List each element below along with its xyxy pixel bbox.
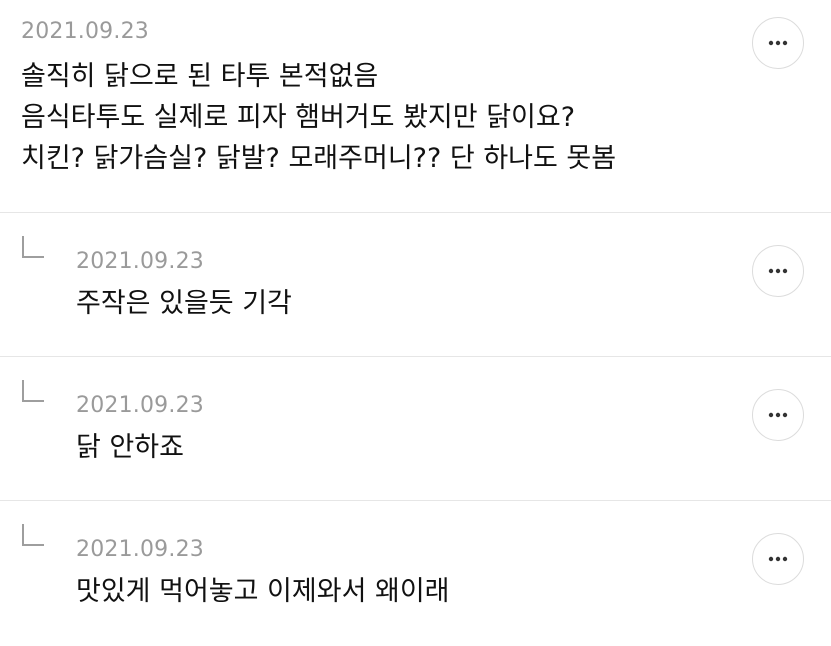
more-horizontal-icon	[768, 268, 788, 274]
reply-arrow-icon	[22, 380, 44, 402]
reply-date: 2021.09.23	[76, 537, 204, 562]
comment-item: 2021.09.23 솔직히 닭으로 된 타투 본적없음 음식타투도 실제로 피…	[0, 0, 831, 212]
more-horizontal-icon	[768, 412, 788, 418]
reply-date: 2021.09.23	[76, 249, 204, 274]
reply-text: 닭 안하죠	[76, 432, 184, 463]
more-options-button[interactable]	[752, 17, 804, 69]
comment-text-line: 솔직히 닭으로 된 타투 본적없음	[21, 61, 379, 92]
more-options-button[interactable]	[752, 533, 804, 585]
reply-item: 2021.09.23 맛있게 먹어놓고 이제와서 왜이래	[0, 501, 831, 646]
reply-item: 2021.09.23 주작은 있을듯 기각	[0, 213, 831, 356]
more-horizontal-icon	[768, 556, 788, 562]
reply-text: 주작은 있을듯 기각	[76, 288, 292, 319]
comment-text: 솔직히 닭으로 된 타투 본적없음 음식타투도 실제로 피자 햄버거도 봤지만 …	[21, 56, 616, 179]
reply-arrow-icon	[22, 236, 44, 258]
reply-text: 맛있게 먹어놓고 이제와서 왜이래	[76, 576, 450, 607]
comment-text-line: 치킨? 닭가슴실? 닭발? 모래주머니?? 단 하나도 못봄	[21, 143, 617, 174]
more-horizontal-icon	[768, 40, 788, 46]
reply-arrow-icon	[22, 524, 44, 546]
comment-text-line: 음식타투도 실제로 피자 햄버거도 봤지만 닭이요?	[21, 102, 576, 133]
comment-date: 2021.09.23	[21, 19, 149, 44]
more-options-button[interactable]	[752, 245, 804, 297]
more-options-button[interactable]	[752, 389, 804, 441]
reply-item: 2021.09.23 닭 안하죠	[0, 357, 831, 500]
reply-date: 2021.09.23	[76, 393, 204, 418]
